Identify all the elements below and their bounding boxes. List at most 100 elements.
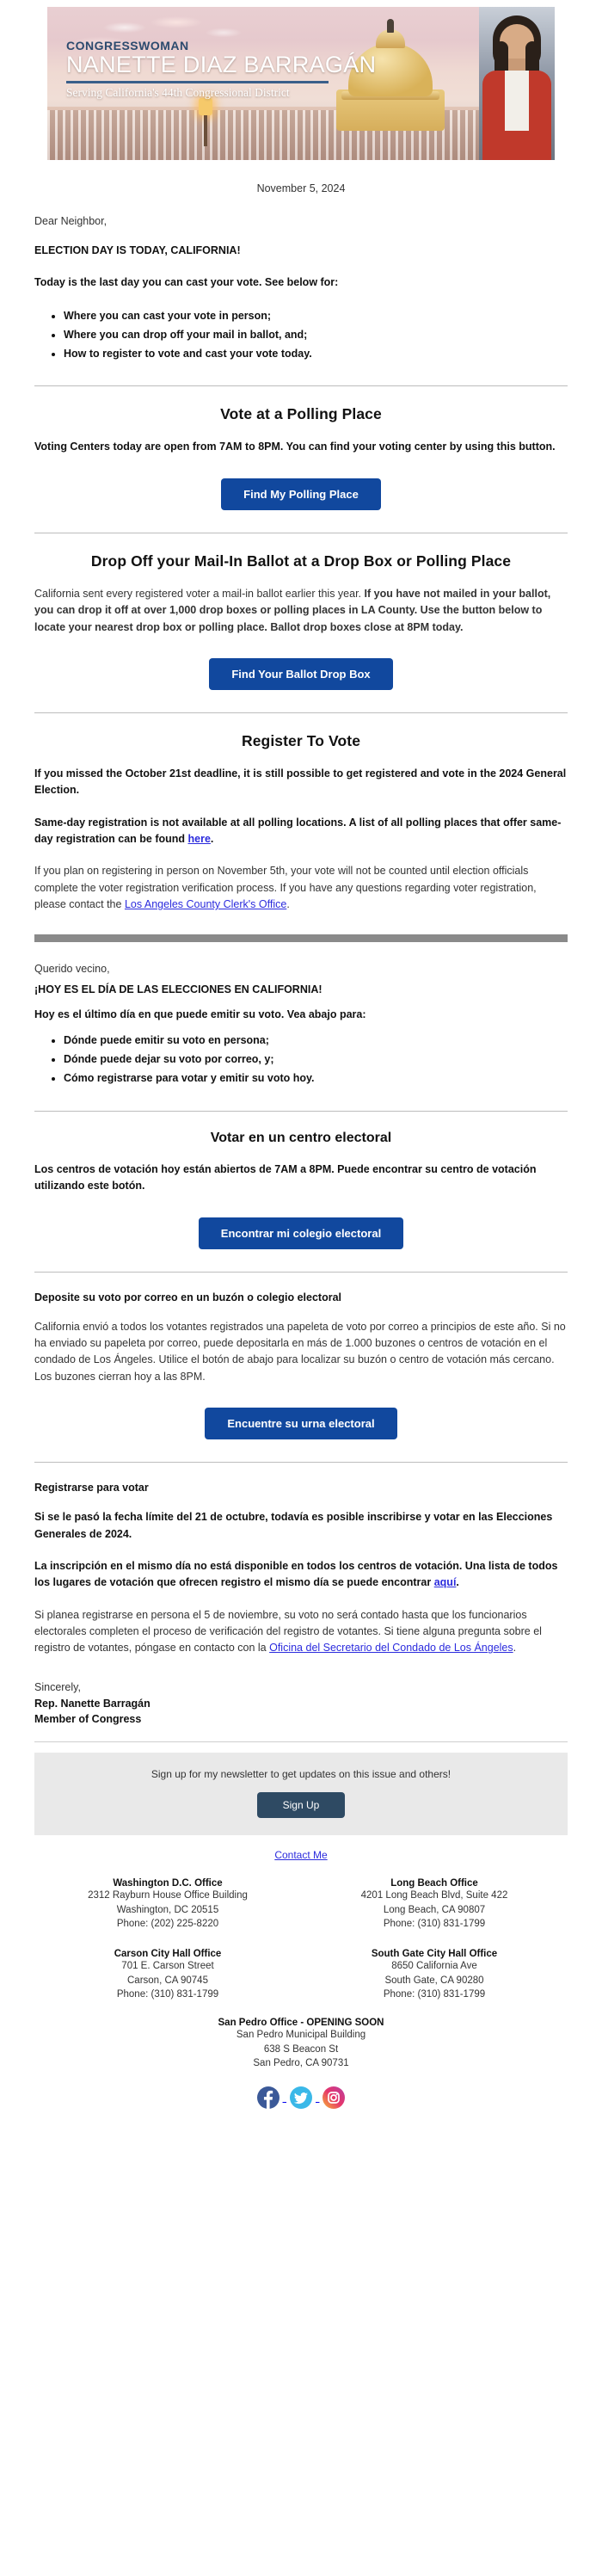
instagram-icon[interactable] — [319, 2086, 348, 2110]
english-register-para1: If you missed the October 21st deadline,… — [34, 767, 567, 797]
office-name: San Pedro Office - OPENING SOON — [218, 2018, 384, 2029]
english-intro: Today is the last day you can cast your … — [34, 276, 339, 289]
office-name: Carson City Hall Office — [114, 1949, 222, 1960]
register-para2-text: Same-day registration is not available a… — [34, 816, 562, 845]
spanish-bullet-list: Dónde puede emitir su voto en persona; D… — [34, 1032, 568, 1088]
section-heading-votar-centro: Votar en un centro electoral — [210, 1130, 392, 1145]
office-phone: Phone: (310) 831-1799 — [383, 1989, 486, 2000]
spanish-register-para2-end: . — [456, 1576, 459, 1589]
office-line: Carson, CA 90745 — [127, 1975, 208, 1986]
section-heading-register: Register To Vote — [241, 731, 361, 749]
office-name: Long Beach Office — [390, 1878, 478, 1889]
button-row: Encontrar mi colegio electoral — [34, 1217, 568, 1249]
table-row: Carson City Hall Office 701 E. Carson St… — [34, 1944, 568, 2014]
spanish-register-para2-text: La inscripción en el mismo día no está d… — [34, 1559, 558, 1589]
spanish-register-para2: La inscripción en el mismo día no está d… — [34, 1558, 568, 1592]
english-dropoff-body: California sent every registered voter a… — [34, 586, 568, 636]
spanish-dropoff-body: California envió a todos los votantes re… — [34, 1320, 566, 1383]
footer-divider — [34, 1741, 568, 1742]
encontrar-mi-colegio-electoral-button[interactable]: Encontrar mi colegio electoral — [198, 1217, 404, 1249]
banner-divider — [66, 81, 329, 84]
list-item: How to register to vote and cast your vo… — [64, 345, 568, 364]
english-polling-body: Voting Centers today are open from 7AM t… — [34, 441, 556, 453]
freedom-statue-icon — [387, 19, 394, 33]
section-divider — [34, 1462, 568, 1464]
header-banner: CONGRESSWOMAN NANETTE DIAZ BARRAGÁN Serv… — [47, 7, 555, 160]
office-line: 8650 California Ave — [391, 1961, 477, 1972]
office-cell-san-pedro: San Pedro Office - OPENING SOON San Pedr… — [34, 2018, 568, 2071]
office-line: 4201 Long Beach Blvd, Suite 422 — [360, 1890, 508, 1901]
same-day-registration-here-link[interactable]: here — [188, 833, 211, 845]
office-phone: Phone: (202) 225-8220 — [116, 1919, 219, 1930]
newsletter-signup-text: Sign up for my newsletter to get updates… — [150, 1768, 452, 1780]
office-phone: Phone: (310) 831-1799 — [383, 1919, 486, 1930]
list-item: Where you can cast your vote in person; — [64, 307, 568, 326]
email-footer: Sign up for my newsletter to get updates… — [0, 1753, 602, 2110]
signoff-name: Rep. Nanette Barragán — [34, 1697, 150, 1710]
register-para2-end: . — [210, 833, 214, 845]
find-your-ballot-drop-box-button[interactable]: Find Your Ballot Drop Box — [209, 657, 393, 690]
section-divider — [34, 1110, 568, 1112]
office-line: 638 S Beacon St — [263, 2043, 339, 2055]
office-cell-washington: Washington D.C. Office 2312 Rayburn Hous… — [34, 1873, 301, 1944]
aqui-link[interactable]: aquí — [434, 1576, 457, 1588]
list-item: Dónde puede emitir su voto en persona; — [64, 1032, 568, 1051]
la-county-clerk-office-link[interactable]: Los Angeles County Clerk's Office — [125, 898, 286, 910]
office-line: Long Beach, CA 90807 — [383, 1904, 486, 1915]
lamp-head — [199, 98, 212, 115]
portrait-shirt — [505, 71, 529, 131]
table-row: Washington D.C. Office 2312 Rayburn Hous… — [34, 1873, 568, 1944]
encuentre-su-urna-electoral-button[interactable]: Encuentre su urna electoral — [205, 1408, 397, 1440]
office-line: 2312 Rayburn House Office Building — [88, 1890, 248, 1901]
office-line: 701 E. Carson Street — [121, 1961, 214, 1972]
twitter-icon[interactable] — [286, 2086, 319, 2110]
button-row: Find My Polling Place — [34, 478, 568, 510]
sign-up-button[interactable]: Sign Up — [256, 1792, 346, 1818]
section-divider — [34, 385, 568, 387]
office-name: Washington D.C. Office — [113, 1878, 223, 1889]
find-my-polling-place-button[interactable]: Find My Polling Place — [221, 478, 381, 510]
banner-text-block: CONGRESSWOMAN NANETTE DIAZ BARRAGÁN Serv… — [66, 40, 376, 100]
oficina-secretario-condado-link[interactable]: Oficina del Secretario del Condado de Lo… — [269, 1642, 513, 1654]
list-item: Cómo registrarse para votar y emitir su … — [64, 1069, 568, 1088]
street-lamp-icon — [199, 98, 212, 146]
spanish-salutation: Querido vecino, — [34, 962, 110, 975]
banner-subtitle: Serving California's 44th Congressional … — [66, 86, 290, 100]
office-phone: Phone: (310) 831-1799 — [116, 1989, 219, 2000]
list-item: Where you can drop off your mail in ball… — [64, 326, 568, 345]
banner-wrapper: CONGRESSWOMAN NANETTE DIAZ BARRAGÁN Serv… — [0, 0, 602, 160]
office-table: Washington D.C. Office 2312 Rayburn Hous… — [34, 1873, 568, 2014]
avatar — [479, 7, 555, 160]
signoff-title: Member of Congress — [34, 1713, 142, 1726]
newsletter-signup-panel: Sign up for my newsletter to get updates… — [34, 1753, 568, 1835]
language-divider — [34, 934, 568, 942]
facebook-icon[interactable] — [254, 2086, 286, 2110]
english-register-para3: If you plan on registering in person on … — [34, 863, 568, 913]
section-heading-polling-place: Vote at a Polling Place — [220, 405, 382, 423]
dropoff-text-normal: California sent every registered voter a… — [34, 587, 365, 600]
signoff-sincerely: Sincerely, — [34, 1680, 81, 1693]
section-heading-registrarse: Registrarse para votar — [34, 1482, 149, 1494]
english-register-para2: Same-day registration is not available a… — [34, 815, 568, 848]
spanish-intro: Hoy es el último día en que puede emitir… — [34, 1008, 366, 1020]
office-name: South Gate City Hall Office — [371, 1949, 498, 1960]
office-line: San Pedro, CA 90731 — [253, 2058, 349, 2069]
spanish-register-para1: Si se le pasó la fecha límite del 21 de … — [34, 1511, 553, 1540]
section-heading-drop-off: Drop Off your Mail-In Ballot at a Drop B… — [90, 552, 512, 570]
banner-kicker: CONGRESSWOMAN — [66, 39, 189, 52]
contact-me-link[interactable]: Contact Me — [274, 1849, 327, 1861]
spanish-register-para3: Si planea registrarse en persona el 5 de… — [34, 1607, 568, 1657]
section-heading-deposite-voto: Deposite su voto por correo en un buzón … — [34, 1291, 341, 1303]
social-links-row — [34, 2086, 568, 2110]
office-line: South Gate, CA 90280 — [384, 1975, 484, 1986]
section-divider — [34, 1271, 568, 1273]
office-cell-carson: Carson City Hall Office 701 E. Carson St… — [34, 1944, 301, 2014]
section-divider — [34, 712, 568, 713]
office-line: Washington, DC 20515 — [116, 1904, 219, 1915]
list-item: Dónde puede dejar su voto por correo, y; — [64, 1051, 568, 1069]
spanish-polling-body: Los centros de votación hoy están abiert… — [34, 1162, 537, 1192]
english-bullet-list: Where you can cast your vote in person; … — [34, 307, 568, 364]
email-body: CONGRESSWOMAN NANETTE DIAZ BARRAGÁN Serv… — [0, 0, 602, 2110]
spanish-headline: ¡HOY ES EL DÍA DE LAS ELECCIONES EN CALI… — [34, 983, 322, 995]
lamp-post — [204, 115, 207, 146]
